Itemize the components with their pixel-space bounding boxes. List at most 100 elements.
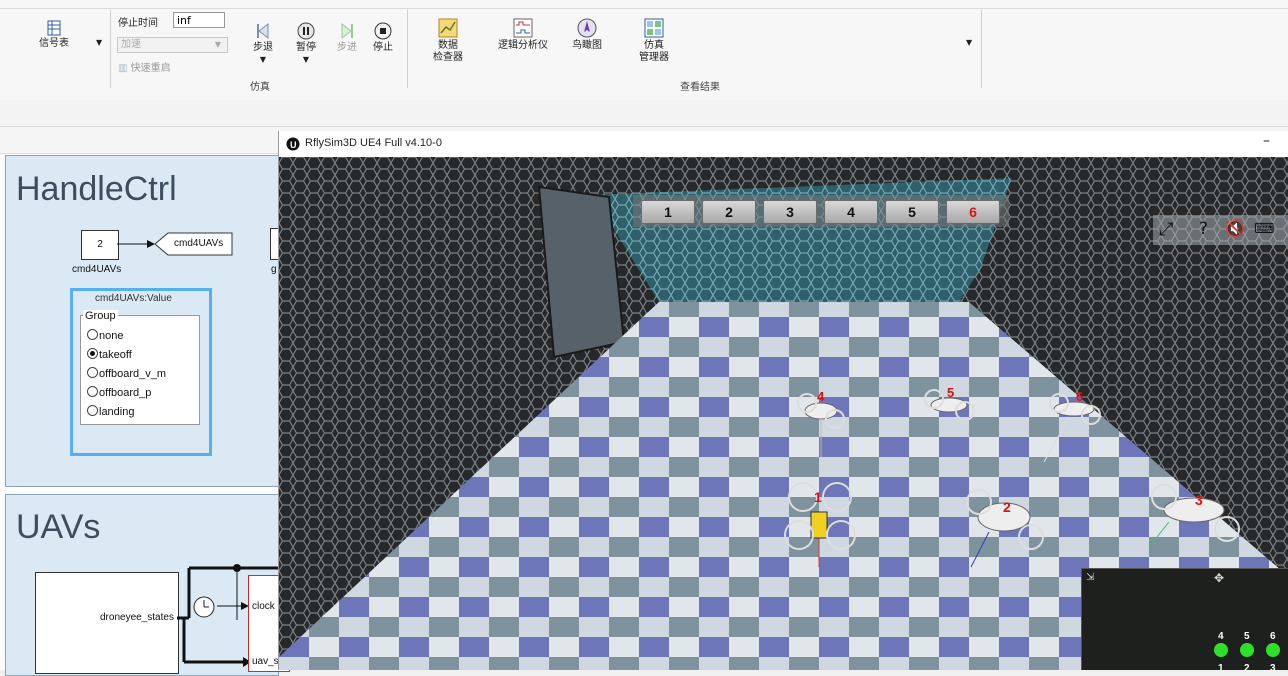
radio-option-label: offboard_p — [99, 387, 152, 399]
logic-analyzer-label: 逻辑分析仪 — [498, 40, 548, 51]
dashboard-title: cmd4UAVs:Value — [95, 293, 172, 304]
radio-circle-icon — [87, 386, 98, 397]
chevron-down-icon: ▼ — [302, 55, 310, 64]
minimap[interactable]: ⇲ ✥ 4 5 6 1 2 3 — [1081, 568, 1288, 670]
minimap-number: 3 — [1270, 663, 1276, 670]
fast-restart-button[interactable]: ▥ 快速重启 — [118, 59, 171, 74]
results-group-label: 查看结果 — [680, 82, 720, 93]
ribbon-divider — [110, 10, 111, 88]
radio-group-box: Group none takeoff offboard_v_m offboard… — [80, 310, 200, 425]
toolstrip-ribbon: 信号表 ▼ 停止时间 加速 ▼ ▥ 快速重启 步退 ▼ 暂停 ▼ 步进 停止 仿… — [0, 0, 1288, 101]
vehicle-button-5[interactable]: 5 — [885, 200, 939, 224]
step-forward-label: 步进 — [337, 42, 357, 53]
drone-label-6: 6 — [1076, 389, 1084, 404]
simulation-manager-icon — [644, 18, 664, 38]
signal-table-label: 信号表 — [39, 38, 69, 49]
simulation-manager-button[interactable]: 仿真 管理器 — [632, 18, 676, 64]
minimize-button[interactable]: – — [1263, 133, 1270, 149]
signal-table-button[interactable]: 信号表 — [30, 20, 78, 50]
step-forward-icon — [341, 22, 353, 40]
uavs-title: UAVs — [16, 508, 101, 546]
radio-option-offboard-v-m[interactable]: offboard_v_m — [87, 367, 166, 380]
radio-option-offboard-p[interactable]: offboard_p — [87, 386, 151, 399]
minimap-number: 6 — [1270, 631, 1276, 642]
minimap-number: 1 — [1218, 663, 1224, 670]
radio-option-none[interactable]: none — [87, 329, 123, 342]
radio-selected-icon — [87, 348, 98, 359]
data-inspector-button[interactable]: 数据 检查器 — [426, 18, 470, 64]
chevron-down-icon: ▼ — [214, 40, 221, 49]
vehicle-button-2[interactable]: 2 — [702, 200, 756, 224]
minimap-vehicle-marker — [1240, 643, 1254, 657]
partial-block-name: g — [271, 264, 277, 275]
data-inspector-icon — [438, 18, 458, 38]
radio-circle-icon — [87, 329, 98, 340]
minimap-number: 5 — [1244, 631, 1250, 642]
birdseye-scope-button[interactable]: 鸟瞰图 — [568, 18, 606, 52]
data-inspector-label: 数据 — [438, 40, 458, 51]
radio-option-landing[interactable]: landing — [87, 405, 134, 418]
simulation-mode-select[interactable]: 加速 ▼ — [117, 37, 228, 53]
vehicle-button-3[interactable]: 3 — [763, 200, 817, 224]
simulation-manager-label: 仿真 — [644, 40, 664, 51]
minimap-vehicle-marker — [1266, 643, 1280, 657]
subsystem-block[interactable] — [35, 572, 179, 674]
drone-label-3: 3 — [1195, 492, 1203, 508]
step-forward-button[interactable]: 步进 — [330, 22, 364, 54]
simulation-manager-label-2: 管理器 — [639, 52, 669, 63]
help-icon[interactable]: ? — [1199, 219, 1208, 239]
constant-value: 2 — [97, 239, 103, 250]
logic-analyzer-icon — [513, 18, 533, 38]
ribbon-divider — [407, 10, 408, 88]
move-icon[interactable]: ✥ — [1214, 571, 1224, 585]
unreal-logo-icon: U — [286, 137, 300, 151]
stop-icon — [374, 22, 392, 40]
collapse-icon[interactable]: ⇲ — [1086, 572, 1094, 583]
svg-text:U: U — [290, 140, 297, 150]
fast-restart-icon: ▥ — [118, 63, 128, 74]
stop-button[interactable]: 停止 — [366, 22, 400, 54]
pause-button[interactable]: 暂停 ▼ — [289, 22, 323, 66]
clock-icon[interactable] — [192, 595, 216, 619]
simulation-group-label: 仿真 — [250, 82, 270, 93]
drone-label-2: 2 — [1003, 499, 1011, 515]
keyboard-icon[interactable]: ⌨ — [1254, 221, 1274, 237]
radio-option-label: landing — [99, 406, 135, 418]
uav-port-label: uav_s — [252, 656, 279, 667]
handlectrl-title: HandleCtrl — [16, 170, 177, 208]
window-title: RflySim3D UE4 Full v4.10-0 — [305, 137, 442, 149]
3d-scene-view[interactable]: 1 2 3 4 5 6 1 2 3 4 5 6 ⤢ ? 🔇 ⌨ ⇲ ✥ 4 5 … — [279, 157, 1288, 670]
minimap-vehicle-marker — [1214, 643, 1228, 657]
radio-option-takeoff[interactable]: takeoff — [87, 348, 132, 361]
step-back-icon — [257, 22, 269, 40]
group-label: Group — [83, 310, 118, 322]
ribbon-top-divider — [0, 8, 1288, 9]
ribbon-divider — [981, 10, 982, 88]
stop-time-input[interactable] — [173, 12, 225, 28]
vehicle-button-6[interactable]: 6 — [946, 200, 1000, 224]
drone-label-5: 5 — [947, 385, 955, 400]
vehicle-button-1[interactable]: 1 — [641, 200, 695, 224]
data-inspector-label-2: 检查器 — [433, 52, 463, 63]
mute-icon[interactable]: 🔇 — [1225, 219, 1245, 238]
rflysim-window[interactable]: U RflySim3D UE4 Full v4.10-0 – 1 2 3 4 5… — [278, 131, 1288, 670]
chevron-down-icon[interactable]: ▼ — [96, 38, 102, 47]
simulation-mode-value: 加速 — [121, 39, 141, 50]
ribbon-collapsed-strip — [0, 100, 1288, 127]
constant-block-name: cmd4UAVs — [72, 264, 122, 275]
signal-line — [117, 240, 155, 248]
radio-circle-icon — [87, 405, 98, 416]
stop-label: 停止 — [373, 42, 393, 53]
radio-option-label: offboard_v_m — [99, 368, 167, 380]
fullscreen-icon[interactable]: ⤢ — [1159, 219, 1173, 240]
window-title-bar[interactable]: U RflySim3D UE4 Full v4.10-0 – — [279, 131, 1288, 157]
chevron-down-icon[interactable]: ▼ — [966, 38, 972, 47]
constant-block[interactable]: 2 — [81, 230, 119, 260]
pause-icon — [297, 22, 315, 40]
vehicle-button-4[interactable]: 4 — [824, 200, 878, 224]
drone-label-1: 1 — [814, 489, 822, 505]
logic-analyzer-button[interactable]: 逻辑分析仪 — [490, 18, 556, 52]
states-port-label: droneyee_states — [100, 612, 174, 623]
birdseye-label: 鸟瞰图 — [572, 40, 602, 51]
step-back-button[interactable]: 步退 ▼ — [246, 22, 280, 66]
